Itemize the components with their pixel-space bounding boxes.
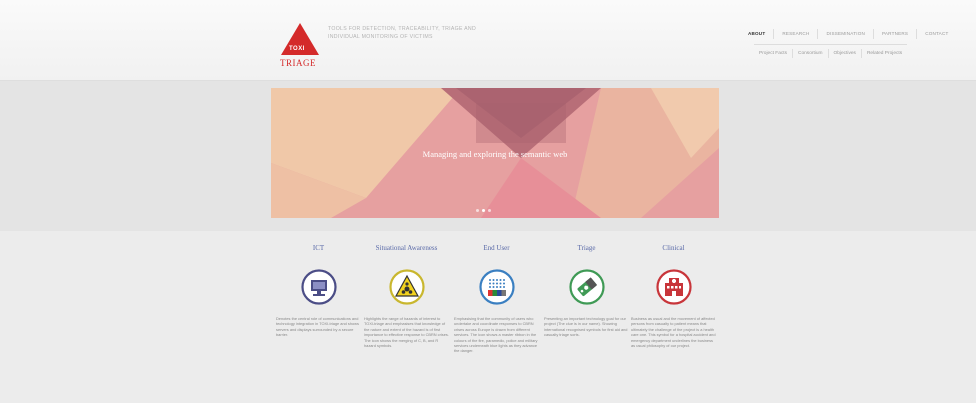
- slider-dot-1[interactable]: [476, 209, 479, 212]
- feature-title[interactable]: Triage: [544, 244, 629, 254]
- hazard-warning-icon[interactable]: [388, 269, 425, 305]
- site-tagline: TOOLS FOR DETECTION, TRACEABILITY, TRIAG…: [328, 26, 477, 40]
- feature-description: Business as usual and the movement of af…: [631, 316, 716, 349]
- site-header: TOXI TRIAGE TOOLS FOR DETECTION, TRACEAB…: [0, 0, 976, 81]
- sub-nav: Project Facts Consortium Objectives Rela…: [754, 44, 908, 59]
- subnav-consortium[interactable]: Consortium: [792, 48, 828, 58]
- nav-research[interactable]: RESEARCH: [773, 29, 817, 39]
- feature-columns: ICT Denotes the central role of communic…: [276, 244, 716, 403]
- feature-description: Highlights the range of hazards of inter…: [364, 316, 449, 349]
- subnav-project-facts[interactable]: Project Facts: [754, 49, 792, 58]
- slide-caption: Managing and exploring the semantic web: [422, 149, 568, 159]
- feature-description: Emphasising that the community of users …: [454, 316, 538, 354]
- nav-partners[interactable]: PARTNERS: [873, 29, 916, 39]
- nav-about[interactable]: ABOUT: [740, 29, 773, 39]
- triage-tag-icon[interactable]: [568, 269, 605, 305]
- feature-title[interactable]: ICT: [276, 244, 361, 254]
- slider-dot-3[interactable]: [488, 209, 491, 212]
- logo[interactable]: TOXI TRIAGE: [280, 22, 320, 70]
- feature-triage: Triage Presenting an important technolog…: [544, 244, 629, 338]
- feature-ict: ICT Denotes the central role of communic…: [276, 244, 361, 338]
- nav-dissemination[interactable]: DISSEMINATION: [817, 29, 873, 39]
- hero-slider[interactable]: Managing and exploring the semantic web: [271, 88, 719, 218]
- feature-end-user: End User Emphasising that the community …: [454, 244, 539, 354]
- feature-description: Presenting an important technology goal …: [544, 316, 628, 338]
- logo-text-toxi: TOXI: [289, 46, 305, 52]
- feature-title[interactable]: Clinical: [631, 244, 716, 254]
- slider-dot-2[interactable]: [482, 209, 485, 212]
- feature-description: Denotes the central role of communicatio…: [276, 316, 359, 338]
- hospital-icon[interactable]: [655, 269, 692, 305]
- feature-clinical: Clinical Business as usual and the movem…: [631, 244, 716, 348]
- slider-pagination: [476, 209, 491, 212]
- main-nav: ABOUT RESEARCH DISSEMINATION PARTNERS CO…: [740, 28, 956, 40]
- feature-title[interactable]: Situational Awareness: [364, 244, 449, 254]
- logo-text-triage: TRIAGE: [280, 58, 316, 68]
- crowd-icon[interactable]: [478, 269, 515, 305]
- subnav-related-projects[interactable]: Related Projects: [860, 48, 907, 58]
- computer-monitor-icon[interactable]: [300, 269, 337, 305]
- subnav-objectives[interactable]: Objectives: [827, 48, 861, 58]
- nav-contact[interactable]: CONTACT: [916, 29, 956, 39]
- feature-situational-awareness: Situational Awareness Highlights the ran…: [364, 244, 449, 348]
- feature-title[interactable]: End User: [454, 244, 539, 254]
